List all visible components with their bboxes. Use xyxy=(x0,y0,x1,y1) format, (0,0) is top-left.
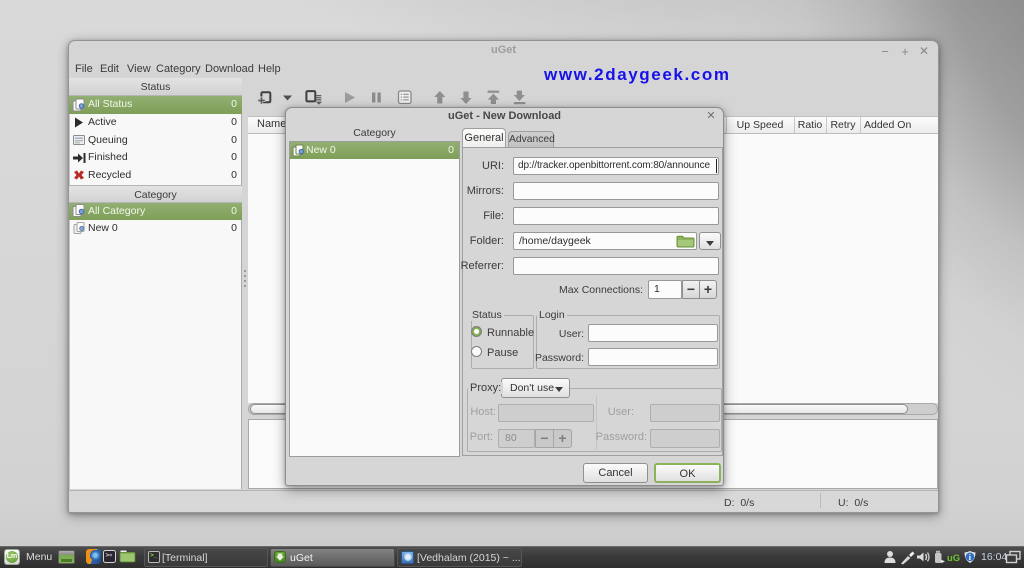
svg-text:uG: uG xyxy=(947,553,960,564)
